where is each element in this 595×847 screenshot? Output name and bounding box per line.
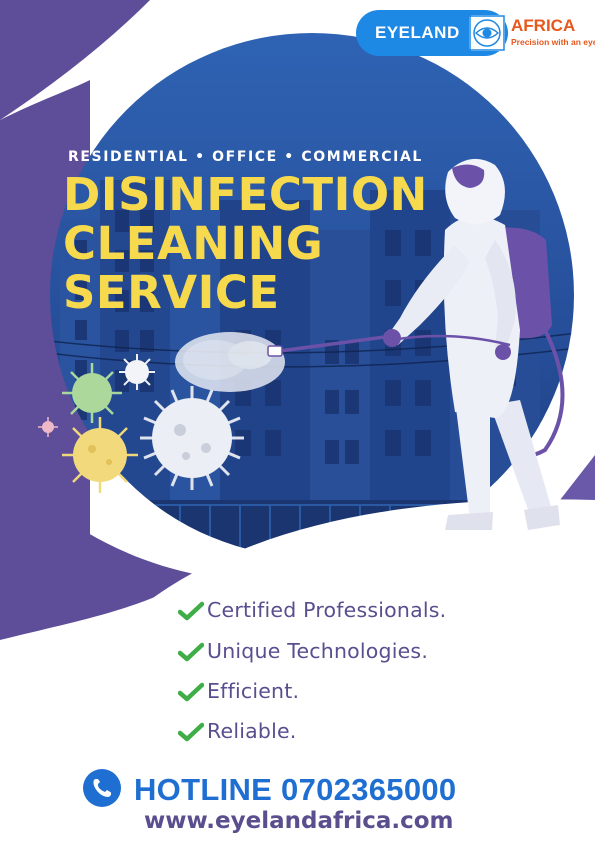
feature-label: Efficient. (207, 679, 300, 703)
logo-brand-left: EYELAND (375, 23, 460, 42)
feature-label: Certified Professionals. (207, 598, 447, 622)
service-categories: RESIDENTIAL • OFFICE • COMMERCIAL (68, 149, 423, 165)
eye-emblem-icon (469, 15, 505, 51)
website-link[interactable]: www.eyelandafrica.com (144, 808, 454, 834)
checkmark-icon (178, 642, 204, 662)
checkmark-icon (178, 682, 204, 702)
hotline-number[interactable]: HOTLINE 0702365000 (134, 772, 456, 808)
feature-label: Unique Technologies. (207, 639, 429, 663)
hero-artwork (0, 0, 595, 847)
brand-logo: EYELAND AFRICA Precision with an eye (356, 10, 595, 56)
spray-mist-icon (175, 332, 285, 392)
checkmark-icon (178, 722, 204, 742)
logo-brand-right: AFRICA (511, 16, 576, 35)
flyer: EYELAND AFRICA Precision with an eye RES… (0, 0, 595, 847)
phone-icon[interactable] (83, 769, 121, 807)
headline-line-3: SERVICE (63, 266, 280, 319)
logo-tagline: Precision with an eye (511, 37, 595, 47)
headline-line-2: CLEANING (63, 217, 324, 270)
headline-line-1: DISINFECTION (63, 168, 428, 221)
feature-label: Reliable. (207, 719, 297, 743)
checkmark-icon (178, 601, 204, 621)
